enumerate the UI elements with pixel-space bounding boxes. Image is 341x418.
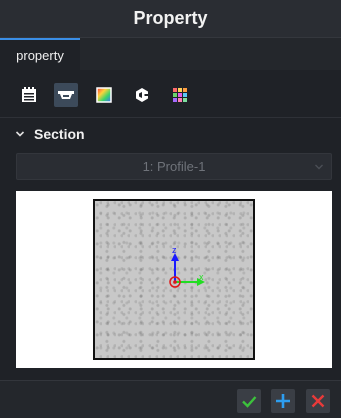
tab-property-label: property — [16, 47, 64, 63]
contour-button[interactable] — [130, 83, 154, 107]
profile-select[interactable]: 1: Profile-1 — [16, 153, 332, 180]
palette-grid-icon — [173, 88, 187, 102]
section-title: Section — [34, 126, 85, 142]
texture-color-button[interactable] — [92, 83, 116, 107]
property-panel: Property property Section 1: Profile-1 z… — [0, 0, 341, 418]
footer-bar — [0, 380, 341, 418]
tab-strip: property — [0, 38, 341, 70]
axis-gizmo: z x — [169, 245, 205, 288]
toolbar — [0, 70, 341, 118]
notes-icon — [22, 87, 36, 102]
tab-property[interactable]: property — [0, 38, 80, 70]
panel-title-bar: Property — [0, 0, 341, 38]
palette-grid-button[interactable] — [168, 83, 192, 107]
add-button[interactable] — [271, 389, 295, 413]
check-icon — [242, 396, 257, 408]
section-header[interactable]: Section — [14, 124, 85, 144]
section-preview: z x — [16, 191, 332, 368]
texture-color-icon — [96, 87, 112, 103]
confirm-button[interactable] — [237, 389, 261, 413]
notes-button[interactable] — [17, 83, 41, 107]
profile-select-value: 1: Profile-1 — [142, 159, 206, 174]
z-axis-label: z — [172, 245, 177, 255]
select-chevron-icon — [315, 164, 323, 170]
close-icon — [311, 394, 325, 408]
cancel-button[interactable] — [306, 389, 330, 413]
panel-title: Property — [133, 8, 208, 28]
profile-section-button[interactable] — [54, 83, 78, 107]
chevron-down-icon — [14, 128, 26, 140]
profile-section-icon — [58, 91, 74, 99]
contour-icon — [136, 88, 148, 102]
origin-dot — [173, 280, 177, 284]
x-axis-label: x — [199, 272, 204, 282]
plus-icon — [276, 394, 290, 408]
texture-preview: z x — [93, 199, 255, 360]
